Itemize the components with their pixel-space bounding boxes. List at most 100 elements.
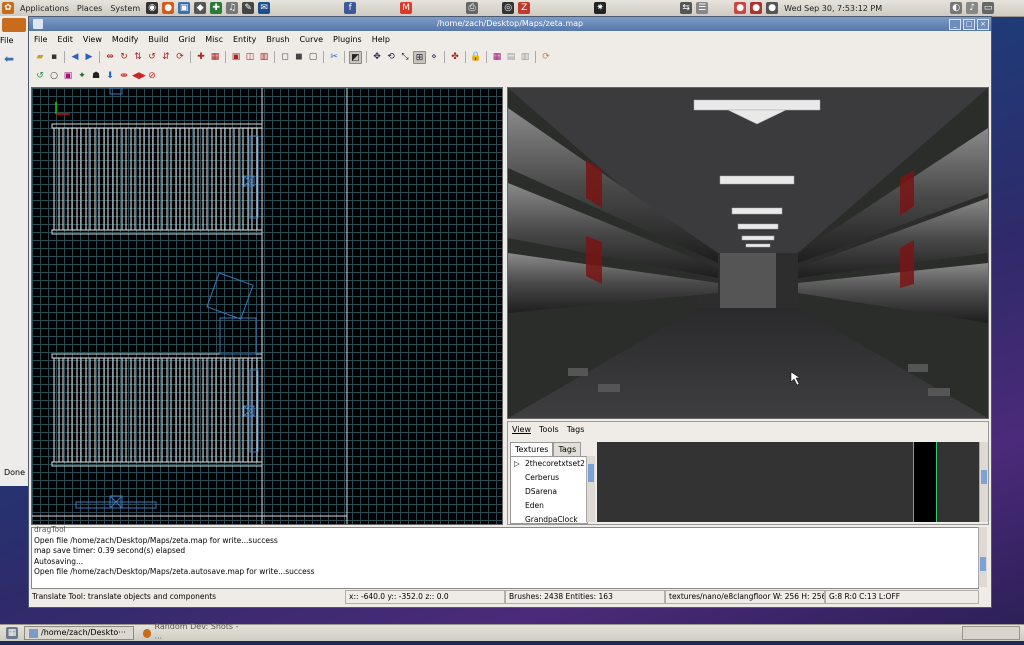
- texture-menu-view[interactable]: View: [512, 425, 531, 434]
- radiant-window[interactable]: /home/zach/Desktop/Maps/zeta.map _ □ × F…: [28, 16, 992, 608]
- redo-icon[interactable]: ▶: [83, 51, 95, 63]
- plugin-icon[interactable]: ☗: [90, 70, 102, 82]
- scale-icon[interactable]: ⤡: [399, 51, 411, 63]
- undo-icon[interactable]: ◀: [69, 51, 81, 63]
- menu-edit[interactable]: Edit: [52, 35, 78, 44]
- gnome-foot-icon[interactable]: ✿: [2, 2, 14, 14]
- camera-3d-view[interactable]: [507, 87, 989, 419]
- menu-entity[interactable]: Entity: [228, 35, 261, 44]
- rotate-z-icon[interactable]: ⟳: [174, 51, 186, 63]
- list-item[interactable]: ▷ 2thecoretxtset2: [511, 457, 587, 471]
- volume-icon[interactable]: ♪: [966, 2, 979, 14]
- save-icon[interactable]: ▪: [48, 51, 60, 63]
- tab-textures[interactable]: Textures: [510, 442, 554, 456]
- scroll-thumb[interactable]: [980, 557, 986, 571]
- list-item[interactable]: Eden: [511, 499, 587, 513]
- shader-list[interactable]: ▷ 2thecoretxtset2 Cerberus DSarena Eden G…: [510, 456, 588, 524]
- app-launcher-icon[interactable]: ✎: [242, 2, 255, 14]
- app-launcher-icon[interactable]: ♫: [226, 2, 239, 14]
- taskbar-item-browser[interactable]: Random Dev: Shots - ···: [138, 622, 248, 643]
- panel-menu-system[interactable]: System: [106, 4, 144, 13]
- flip-x-icon[interactable]: ⇹: [104, 51, 116, 63]
- xy-grid-view[interactable]: [31, 87, 503, 525]
- list-item[interactable]: GrandpaClock: [511, 513, 587, 523]
- bug-icon[interactable]: ✷: [594, 2, 607, 14]
- maximize-icon[interactable]: □: [963, 19, 975, 30]
- plugin-icon[interactable]: ◀▶: [132, 70, 146, 82]
- network-status-icon[interactable]: ◐: [950, 2, 963, 14]
- background-browser-window[interactable]: File ⬅ Done: [0, 16, 31, 486]
- menu-plugins[interactable]: Plugins: [328, 35, 367, 44]
- expander-icon[interactable]: ▷: [514, 457, 520, 471]
- list-item[interactable]: DSarena: [511, 485, 587, 499]
- display-icon[interactable]: ▭: [982, 2, 995, 14]
- tray-icon[interactable]: ●: [766, 2, 779, 14]
- csg-merge-icon[interactable]: ◼: [293, 51, 305, 63]
- csg-subtract-icon[interactable]: ◻: [279, 51, 291, 63]
- facebook-icon[interactable]: f: [344, 2, 357, 14]
- menu-view[interactable]: View: [78, 35, 107, 44]
- close-icon[interactable]: ×: [977, 19, 989, 30]
- tray-icon[interactable]: ●: [734, 2, 747, 14]
- flip-z-icon[interactable]: ⇵: [160, 51, 172, 63]
- shader-list-scrollbar[interactable]: [586, 456, 595, 522]
- open-icon[interactable]: ▰: [34, 51, 46, 63]
- rotate-x-icon[interactable]: ↻: [118, 51, 130, 63]
- panel-menu-applications[interactable]: Applications: [16, 4, 73, 13]
- select-touching-icon[interactable]: ▦: [209, 51, 221, 63]
- menu-grid[interactable]: Grid: [173, 35, 200, 44]
- terminal-icon[interactable]: ▣: [178, 2, 191, 14]
- plugin-icon[interactable]: ⬇: [104, 70, 116, 82]
- back-arrow-icon[interactable]: ⬅: [4, 52, 14, 66]
- taskbar-item-radiant[interactable]: /home/zach/Deskto···: [24, 626, 134, 640]
- rotate-y-icon[interactable]: ↺: [146, 51, 158, 63]
- gmail-icon[interactable]: M: [400, 2, 413, 14]
- console-icon[interactable]: ▥: [519, 51, 531, 63]
- texture-preview-area[interactable]: [597, 442, 979, 522]
- app-launcher-icon[interactable]: ✚: [210, 2, 223, 14]
- texture-menu-tags[interactable]: Tags: [567, 425, 585, 434]
- plugin-icon[interactable]: ▣: [62, 70, 74, 82]
- change-view-icon[interactable]: ◩: [349, 50, 362, 64]
- minimize-icon[interactable]: _: [949, 19, 961, 30]
- list-item[interactable]: Cerberus: [511, 471, 587, 485]
- firefox-icon[interactable]: ●: [162, 2, 175, 14]
- printer-icon[interactable]: ⎙: [466, 2, 479, 14]
- plugin-icon[interactable]: ○: [48, 70, 60, 82]
- clipper-icon[interactable]: ✂: [328, 51, 340, 63]
- plugin-icon[interactable]: ✦: [76, 70, 88, 82]
- plugin-icon[interactable]: ⊘: [146, 70, 158, 82]
- menu-misc[interactable]: Misc: [200, 35, 228, 44]
- csg-hollow-icon[interactable]: ▢: [307, 51, 319, 63]
- show-desktop-icon[interactable]: ▦: [6, 627, 18, 639]
- app-launcher-icon[interactable]: ✉: [258, 2, 271, 14]
- tab-tags[interactable]: Tags: [553, 442, 582, 456]
- menu-help[interactable]: Help: [367, 35, 395, 44]
- translate-icon[interactable]: ✥: [371, 51, 383, 63]
- console-scrollbar[interactable]: [978, 527, 987, 587]
- select-complete-tall-icon[interactable]: ✚: [195, 51, 207, 63]
- console-output[interactable]: dragTool Open file /home/zach/Desktop/Ma…: [31, 525, 979, 589]
- panel-clock[interactable]: Wed Sep 30, 7:53:12 PM: [780, 4, 886, 13]
- menu-modify[interactable]: Modify: [107, 35, 144, 44]
- texture-menu-tools[interactable]: Tools: [539, 425, 559, 434]
- window-menu-icon[interactable]: [33, 19, 43, 29]
- plugin-icon[interactable]: ↺: [34, 70, 46, 82]
- texture-scrollbar[interactable]: [979, 442, 988, 522]
- tray-icon[interactable]: ●: [750, 2, 763, 14]
- launcher-icon[interactable]: ◉: [146, 2, 159, 14]
- network-icon[interactable]: ⇆: [680, 2, 693, 14]
- select-partial-tall-icon[interactable]: ▣: [230, 51, 242, 63]
- select-inside-icon[interactable]: ◫: [244, 51, 256, 63]
- plugin-icon[interactable]: ⇼: [118, 70, 130, 82]
- menu-brush[interactable]: Brush: [261, 35, 294, 44]
- menu-file[interactable]: File: [29, 35, 52, 44]
- workspace-switcher[interactable]: [962, 626, 1020, 640]
- patch-icon[interactable]: ✤: [449, 51, 461, 63]
- shader-icon[interactable]: ▤: [505, 51, 517, 63]
- texture-window-icon[interactable]: ▦: [491, 51, 503, 63]
- app-launcher-icon[interactable]: ◎: [502, 2, 515, 14]
- select-touching-tall-icon[interactable]: ▥: [258, 51, 270, 63]
- filezilla-icon[interactable]: Z: [518, 2, 531, 14]
- menu-curve[interactable]: Curve: [294, 35, 328, 44]
